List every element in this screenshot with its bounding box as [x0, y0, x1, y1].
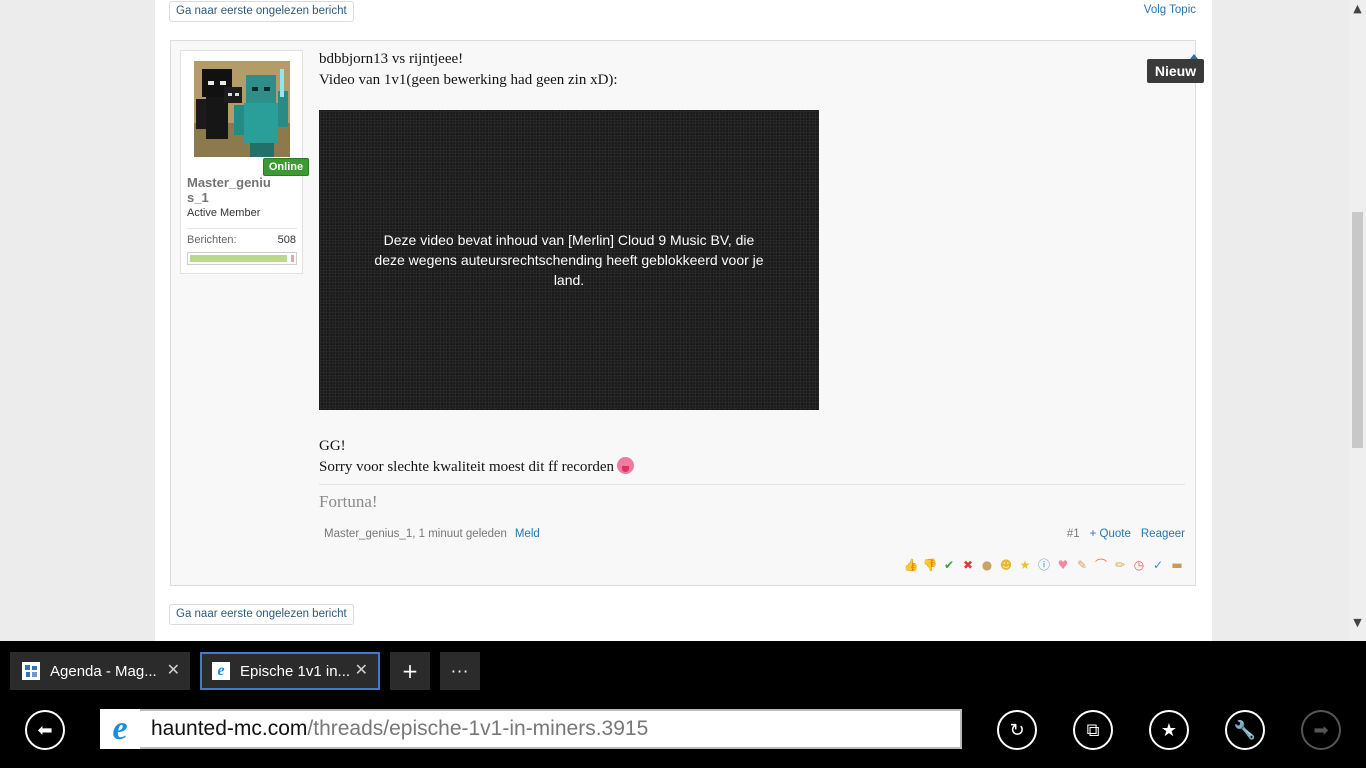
vertical-scrollbar[interactable]: ▲ ▼ [1349, 0, 1366, 641]
forward-button[interactable]: ➡ [1301, 710, 1341, 750]
post-line-3: GG! [319, 438, 346, 454]
tab-agenda[interactable]: Agenda - Mag... ✕ [10, 652, 190, 690]
refresh-icon: ↻ [1009, 719, 1025, 741]
favorites-button[interactable]: ★ [1149, 710, 1189, 750]
post-message-intro: bdbbjorn13 vs rijntjeee! Video van 1v1(g… [319, 49, 1183, 91]
user-info-box: Online Master_genius_1 Active Member Ber… [180, 50, 309, 274]
post-meta-right: #1 + Quote Reageer [1067, 528, 1185, 540]
rainbow-icon[interactable]: ⌒ [1093, 557, 1109, 573]
star-icon[interactable]: ★ [1017, 557, 1033, 573]
reaction-bar: 👍 👎 ✔ ✖ ● ☻ ★ ⓘ ♥ ✎ ⌒ ✏ ◷ ✓ ▬ [903, 557, 1185, 573]
clock-icon[interactable]: ◷ [1131, 557, 1147, 573]
post-number-link[interactable]: #1 [1067, 528, 1080, 540]
browser-viewport: Ga naar eerste ongelezen bericht Volg To… [0, 0, 1366, 641]
close-tab-icon[interactable]: ✕ [167, 660, 180, 680]
ie-logo-icon: e [100, 709, 140, 749]
refresh-button[interactable]: ↻ [997, 710, 1037, 750]
pin-tab-button[interactable]: ⧉ [1073, 710, 1113, 750]
user-title: Active Member [187, 207, 261, 219]
address-bar-input[interactable]: haunted-mc.com/threads/epische-1v1-in-mi… [140, 709, 962, 749]
report-link[interactable]: Meld [515, 528, 540, 540]
user-signature: Fortuna! [319, 492, 378, 511]
scroll-down-arrow-icon[interactable]: ▼ [1349, 614, 1366, 631]
wrench-icon[interactable]: ✎ [1074, 557, 1090, 573]
wrench-icon: 🔧 [1233, 719, 1257, 741]
post-author-time[interactable]: Master_genius_1, 1 minuut geleden [324, 528, 507, 540]
box-icon[interactable]: ▬ [1169, 557, 1185, 573]
tab-epische-title: Epische 1v1 in... [240, 662, 350, 680]
signature-divider [319, 484, 1185, 485]
heart-icon[interactable]: ♥ [1055, 557, 1071, 573]
cross-icon[interactable]: ✖ [960, 557, 976, 573]
new-tab-button[interactable]: + [390, 652, 430, 690]
pencil-icon[interactable]: ✏ [1112, 557, 1128, 573]
user-info-divider [187, 228, 297, 229]
post-message-outro: GG! Sorry voor slechte kwaliteit moest d… [319, 436, 1183, 478]
pin-pages-icon: ⧉ [1086, 719, 1100, 741]
tab-epische-1v1[interactable]: e Epische 1v1 in... ✕ [200, 652, 380, 690]
tongue-out-smiley-icon [617, 457, 635, 474]
star-icon: ★ [1160, 719, 1178, 741]
message-count-label: Berichten: [187, 234, 237, 246]
post-line-1: bdbbjorn13 vs rijntjeee! [319, 51, 464, 67]
message-count-value: 508 [277, 234, 296, 246]
forward-arrow-icon: ➡ [1313, 719, 1329, 741]
user-level-bar-marker [291, 255, 294, 262]
ie-favicon-icon: e [212, 662, 230, 680]
forum-post: Online Master_genius_1 Active Member Ber… [170, 40, 1196, 586]
address-bar-row: ⬅ e haunted-mc.com/threads/epische-1v1-i… [0, 709, 1366, 768]
follow-topic-link[interactable]: Volg Topic [1144, 4, 1196, 16]
embedded-video-blocked[interactable]: Deze video bevat inhoud van [Merlin] Clo… [319, 110, 819, 410]
user-level-bar [187, 252, 297, 265]
post-line-2: Video van 1v1(geen bewerking had geen zi… [319, 72, 618, 88]
url-path: /threads/epische-1v1-in-miners.3915 [307, 717, 649, 740]
scroll-up-arrow-icon[interactable]: ▲ [1349, 0, 1366, 17]
quote-link[interactable]: + Quote [1090, 528, 1131, 540]
info-icon[interactable]: ⓘ [1036, 557, 1052, 573]
forum-page: Ga naar eerste ongelezen bericht Volg To… [155, 0, 1212, 641]
video-blocked-message: Deze video bevat inhoud van [Merlin] Clo… [374, 232, 764, 288]
online-status-badge: Online [263, 158, 309, 176]
smile-icon[interactable]: ☻ [998, 557, 1014, 573]
new-post-tag: Nieuw [1147, 54, 1204, 83]
back-arrow-icon: ⬅ [37, 719, 53, 741]
tab-agenda-title: Agenda - Mag... [50, 662, 157, 680]
thumbs-up-icon[interactable]: 👍 [903, 557, 919, 573]
post-meta-left: Master_genius_1, 1 minuut geleden Meld [324, 528, 540, 540]
user-level-bar-fill [190, 255, 287, 262]
page-tools-button[interactable]: 🔧 [1225, 710, 1265, 750]
thumbs-down-icon[interactable]: 👎 [922, 557, 938, 573]
first-unread-top-button[interactable]: Ga naar eerste ongelezen bericht [169, 1, 354, 22]
tab-options-button[interactable]: ··· [440, 652, 480, 690]
checkmark-icon[interactable]: ✔ [941, 557, 957, 573]
url-domain: haunted-mc.com [151, 717, 308, 740]
first-unread-bottom-button[interactable]: Ga naar eerste ongelezen bericht [169, 604, 354, 625]
back-button[interactable]: ⬅ [25, 710, 65, 750]
close-tab-icon[interactable]: ✕ [355, 660, 368, 680]
user-avatar[interactable] [194, 61, 290, 157]
post-line-4: Sorry voor slechte kwaliteit moest dit f… [319, 459, 615, 475]
site-favicon-icon [22, 662, 40, 680]
reply-link[interactable]: Reageer [1141, 528, 1185, 540]
username-link[interactable]: Master_genius_1 [187, 175, 273, 205]
spellcheck-icon[interactable]: ✓ [1150, 557, 1166, 573]
cookie-icon[interactable]: ● [979, 557, 995, 573]
scrollbar-thumb[interactable] [1352, 212, 1363, 448]
